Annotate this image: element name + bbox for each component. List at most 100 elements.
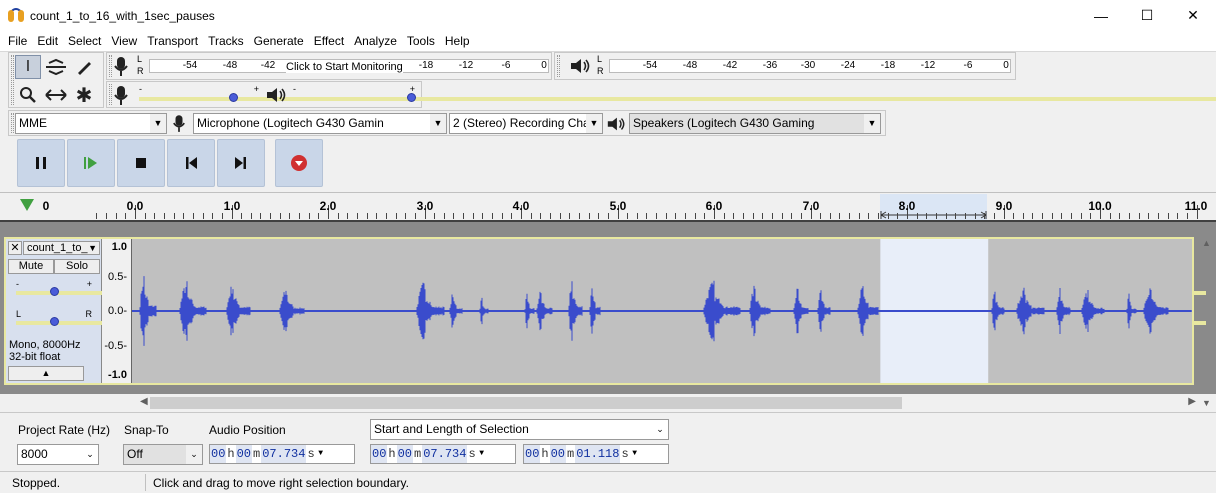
timeline-label: 5.0 bbox=[609, 199, 627, 213]
timeline-tick bbox=[1138, 213, 1140, 219]
recording-meter[interactable]: L R -54 -48 -42 Click to Start Monitorin… bbox=[137, 53, 549, 79]
selection-mode-select[interactable]: Start and Length of Selection ⌄ bbox=[370, 419, 669, 440]
timeline-ruler[interactable]: 0 0.0 1.0 2.0 3.0 4.0 5.0 6.0 7.0 8.0 9.… bbox=[0, 192, 1216, 222]
close-button[interactable]: ✕ bbox=[1170, 0, 1216, 31]
time-shift-tool-icon[interactable] bbox=[43, 83, 69, 107]
audio-position-field[interactable]: 00 h 00 m 07.734 s ▼ bbox=[209, 444, 355, 464]
timeline-tick bbox=[1109, 213, 1111, 219]
chevron-down-icon: ⌄ bbox=[82, 445, 98, 464]
recording-device-select[interactable]: Microphone (Logitech G430 Gamin ▼ bbox=[193, 113, 447, 134]
menu-tools[interactable]: Tools bbox=[402, 34, 440, 48]
track-gain-slider[interactable]: - + bbox=[16, 279, 1206, 301]
chevron-down-icon: ▼ bbox=[430, 114, 446, 133]
timeline-tick bbox=[878, 213, 880, 219]
audio-host-value: MME bbox=[19, 116, 47, 130]
selection-tool-icon[interactable]: I bbox=[15, 55, 41, 79]
track-name-menu[interactable]: count_1_to_ ▼ bbox=[23, 241, 100, 255]
timeline-tick bbox=[656, 213, 658, 219]
selection-mode-value: Start and Length of Selection bbox=[374, 422, 529, 436]
project-rate-select[interactable]: 8000 ⌄ bbox=[17, 444, 99, 465]
draw-tool-icon[interactable] bbox=[71, 55, 97, 79]
skip-to-end-button[interactable] bbox=[217, 139, 265, 187]
envelope-tool-icon[interactable] bbox=[43, 55, 69, 79]
menu-file[interactable]: File bbox=[3, 34, 32, 48]
time-seconds: 01.118 bbox=[575, 445, 621, 463]
multi-tool-icon[interactable]: ✱ bbox=[71, 83, 97, 107]
time-unit-h: h bbox=[541, 447, 549, 461]
chevron-down-icon[interactable]: ▼ bbox=[630, 445, 640, 463]
skip-to-start-button[interactable] bbox=[167, 139, 215, 187]
timeline-label: 0.0 bbox=[126, 199, 144, 213]
timeline-tick bbox=[492, 213, 494, 219]
recording-volume-icon bbox=[113, 85, 129, 110]
play-button[interactable] bbox=[67, 139, 115, 187]
play-head-icon[interactable] bbox=[20, 199, 34, 211]
scroll-right-icon[interactable]: ▶ bbox=[1188, 396, 1196, 407]
menu-help[interactable]: Help bbox=[440, 34, 475, 48]
playback-meter[interactable]: L R -54 -48 -42 -36 -30 -24 -18 -12 -6 0 bbox=[597, 53, 1011, 79]
horizontal-scrollbar[interactable]: ◀ ▶ bbox=[132, 396, 1200, 410]
start-monitoring-hint[interactable]: Click to Start Monitoring bbox=[286, 61, 403, 73]
title-bar: count_1_to_16_with_1sec_pauses — ☐ ✕ bbox=[0, 0, 1216, 31]
pause-button[interactable] bbox=[17, 139, 65, 187]
timeline-tick bbox=[366, 213, 368, 219]
timeline-tick bbox=[308, 213, 310, 219]
timeline-tick bbox=[154, 213, 156, 219]
chevron-down-icon[interactable]: ▼ bbox=[477, 445, 487, 463]
timeline-tick bbox=[337, 213, 339, 219]
ruler-label: 1.0 bbox=[111, 241, 127, 253]
mute-button[interactable]: Mute bbox=[8, 259, 54, 274]
menu-view[interactable]: View bbox=[106, 34, 142, 48]
menu-edit[interactable]: Edit bbox=[32, 34, 63, 48]
stop-button[interactable] bbox=[117, 139, 165, 187]
track-collapse-button[interactable]: ▲ bbox=[8, 366, 84, 381]
menu-generate[interactable]: Generate bbox=[249, 34, 309, 48]
timeline-tick bbox=[926, 213, 928, 219]
vertical-ruler[interactable]: 1.0 0.5- 0.0- -0.5- -1.0 bbox=[102, 239, 132, 383]
scroll-down-icon[interactable]: ▼ bbox=[1202, 398, 1211, 408]
playback-volume-slider[interactable]: - + bbox=[293, 84, 1216, 106]
track-close-button[interactable]: ✕ bbox=[8, 241, 22, 255]
timeline-tick bbox=[887, 213, 889, 219]
scroll-up-icon[interactable]: ▲ bbox=[1202, 238, 1211, 248]
recording-device-value: Microphone (Logitech G430 Gamin bbox=[197, 116, 384, 130]
menu-tracks[interactable]: Tracks bbox=[203, 34, 249, 48]
chevron-down-icon[interactable]: ▼ bbox=[316, 445, 326, 463]
timeline-tick bbox=[984, 213, 986, 219]
playback-device-select[interactable]: Speakers (Logitech G430 Gaming ▼ bbox=[629, 113, 881, 134]
timeline-tick bbox=[183, 213, 185, 219]
recording-channels-select[interactable]: 2 (Stereo) Recording Chai ▼ bbox=[449, 113, 603, 134]
timeline-tick bbox=[115, 213, 117, 219]
time-unit-m: m bbox=[567, 447, 575, 461]
audio-track: ✕ count_1_to_ ▼ Mute Solo - + L R Mono, … bbox=[4, 237, 1206, 385]
microphone-icon[interactable] bbox=[113, 56, 129, 81]
menu-analyze[interactable]: Analyze bbox=[349, 34, 402, 48]
timeline-tick bbox=[434, 213, 436, 219]
zoom-tool-icon[interactable] bbox=[15, 83, 41, 107]
menu-effect[interactable]: Effect bbox=[309, 34, 349, 48]
timeline-tick bbox=[849, 213, 851, 219]
snap-to-select[interactable]: Off ⌄ bbox=[123, 444, 203, 465]
audio-host-select[interactable]: MME ▼ bbox=[15, 113, 167, 134]
timeline-tick bbox=[704, 213, 706, 219]
speaker-icon[interactable] bbox=[569, 57, 591, 78]
selection-length-field[interactable]: 00 h 00 m 01.118 s ▼ bbox=[523, 444, 669, 464]
scroll-left-icon[interactable]: ◀ bbox=[140, 396, 148, 407]
timeline-tick bbox=[800, 213, 802, 219]
selection-start-field[interactable]: 00 h 00 m 07.734 s ▼ bbox=[370, 444, 516, 464]
menu-select[interactable]: Select bbox=[63, 34, 106, 48]
pause-icon bbox=[36, 157, 46, 169]
menu-transport[interactable]: Transport bbox=[142, 34, 203, 48]
maximize-button[interactable]: ☐ bbox=[1124, 0, 1170, 31]
timeline-tick bbox=[685, 213, 687, 219]
waveform-display[interactable] bbox=[131, 239, 1192, 383]
timeline-tick bbox=[569, 213, 571, 219]
meter-tick: -36 bbox=[762, 60, 778, 71]
record-button[interactable] bbox=[275, 139, 323, 187]
recording-volume-slider[interactable]: - + bbox=[139, 84, 1216, 106]
solo-button[interactable]: Solo bbox=[54, 259, 100, 274]
time-seconds: 07.734 bbox=[261, 445, 307, 463]
minimize-button[interactable]: — bbox=[1078, 0, 1124, 31]
scrollbar-thumb[interactable] bbox=[150, 397, 902, 409]
track-pan-slider[interactable]: L R bbox=[16, 309, 1206, 331]
